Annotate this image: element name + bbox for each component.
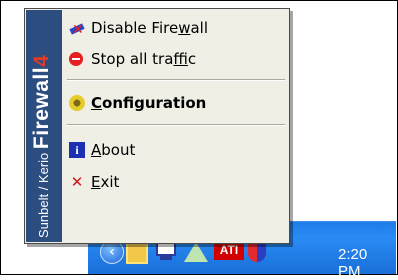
menu-separator [67,79,285,81]
menu-item-stop-traffic[interactable]: Stop all traffic [67,46,285,72]
context-menu: Sunbelt / Kerio Firewall4 Disable Firewa… [24,8,290,244]
menu-item-exit[interactable]: ✕ Exit [67,169,285,195]
menu-item-label: Exit [91,173,120,191]
brand-product: Firewall [30,66,53,150]
firewall-disable-icon [69,17,85,43]
menu-item-disable-firewall[interactable]: Disable Firewall [67,15,285,43]
menu-item-configuration[interactable]: Configuration [67,90,285,116]
menu-sidebar-brand: Sunbelt / Kerio Firewall4 [26,10,62,242]
stop-icon [69,52,83,66]
menu-item-label: About [91,141,136,159]
info-icon: i [69,142,85,158]
brand-version: 4 [30,55,53,67]
menu-separator [67,124,285,126]
brand-vendor: Sunbelt / Kerio [36,149,51,238]
menu-item-about[interactable]: i About [67,137,285,163]
menu-item-label: Configuration [91,94,207,112]
menu-item-label: Stop all traffic [91,50,197,68]
brand-text: Sunbelt / Kerio Firewall4 [30,12,60,238]
menu-item-label: Disable Firewall [91,19,208,37]
configuration-gear-icon [69,95,85,111]
exit-x-icon: ✕ [70,173,84,191]
